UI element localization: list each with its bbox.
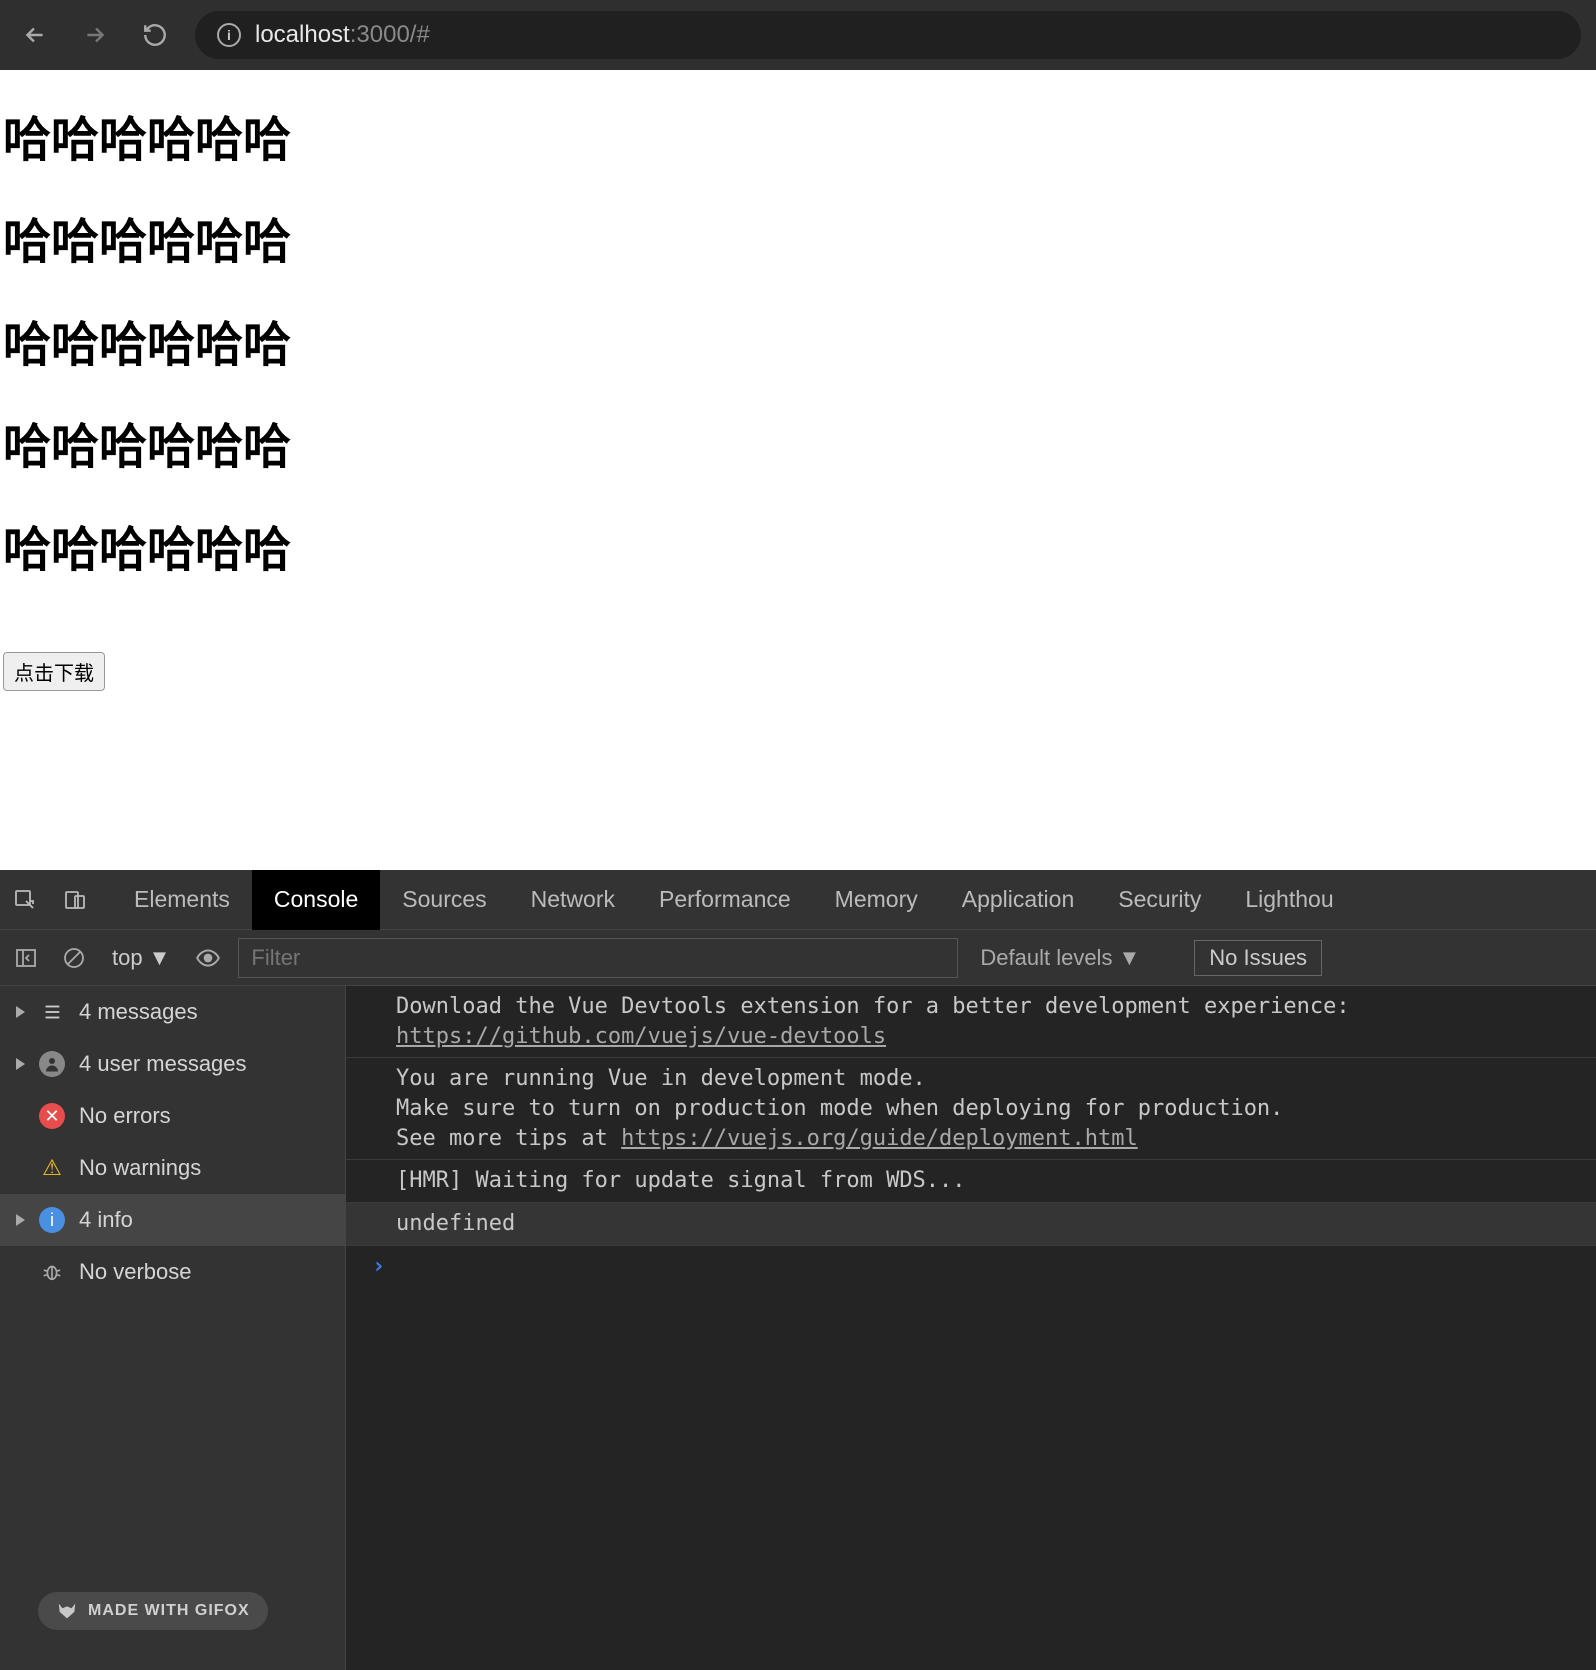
sidebar-item-warnings[interactable]: ⚠ No warnings	[0, 1142, 345, 1194]
sidebar-item-messages[interactable]: 4 messages	[0, 986, 345, 1038]
url-path: :3000/#	[350, 21, 430, 48]
console-message[interactable]: Download the Vue Devtools extension for …	[346, 986, 1596, 1058]
tab-sources[interactable]: Sources	[380, 870, 508, 930]
sidebar-item-label: No verbose	[79, 1259, 192, 1285]
sidebar-item-info[interactable]: i 4 info	[0, 1194, 345, 1246]
tab-network[interactable]: Network	[509, 870, 637, 930]
browser-toolbar: i localhost:3000/#	[0, 0, 1596, 70]
filter-input[interactable]	[238, 938, 958, 978]
heading: 哈哈哈哈哈哈	[0, 275, 1596, 377]
heading: 哈哈哈哈哈哈	[0, 377, 1596, 479]
clear-console-icon[interactable]	[56, 940, 92, 976]
download-button[interactable]: 点击下载	[3, 652, 105, 691]
tab-lighthouse[interactable]: Lighthou	[1223, 870, 1355, 930]
sidebar-item-label: 4 user messages	[79, 1051, 247, 1077]
issues-button[interactable]: No Issues	[1194, 940, 1322, 976]
address-bar[interactable]: i localhost:3000/#	[195, 11, 1581, 59]
reload-button[interactable]	[135, 15, 175, 55]
site-info-icon[interactable]: i	[217, 23, 241, 47]
sidebar-item-label: No errors	[79, 1103, 171, 1129]
heading: 哈哈哈哈哈哈	[0, 172, 1596, 274]
expand-arrow-icon	[16, 1006, 25, 1018]
console-link[interactable]: https://github.com/vuejs/vue-devtools	[396, 1024, 886, 1049]
chevron-down-icon: ▼	[1118, 945, 1140, 971]
badge-label: MADE WITH GIFOX	[88, 1602, 250, 1620]
list-icon	[39, 999, 65, 1025]
info-icon: i	[39, 1207, 65, 1233]
user-icon	[39, 1051, 65, 1077]
console-link[interactable]: https://vuejs.org/guide/deployment.html	[621, 1126, 1138, 1151]
sidebar-item-label: 4 messages	[79, 999, 198, 1025]
sidebar-toggle-icon[interactable]	[8, 940, 44, 976]
inspect-element-icon[interactable]	[0, 870, 50, 930]
page-body: 哈哈哈哈哈哈 哈哈哈哈哈哈 哈哈哈哈哈哈 哈哈哈哈哈哈 哈哈哈哈哈哈 点击下载	[0, 70, 1596, 691]
console-prompt[interactable]: ›	[346, 1246, 1596, 1279]
heading: 哈哈哈哈哈哈	[0, 480, 1596, 582]
sidebar-item-label: 4 info	[79, 1207, 133, 1233]
console-message[interactable]: You are running Vue in development mode.…	[346, 1058, 1596, 1160]
tab-security[interactable]: Security	[1096, 870, 1223, 930]
console-sidebar: 4 messages 4 user messages ✕ No errors ⚠…	[0, 986, 346, 1670]
chevron-down-icon: ▼	[149, 945, 171, 971]
device-toggle-icon[interactable]	[50, 870, 100, 930]
forward-button[interactable]	[75, 15, 115, 55]
error-icon: ✕	[39, 1103, 65, 1129]
tab-console[interactable]: Console	[252, 870, 380, 930]
sidebar-item-errors[interactable]: ✕ No errors	[0, 1090, 345, 1142]
console-message[interactable]: undefined	[346, 1203, 1596, 1246]
heading: 哈哈哈哈哈哈	[0, 70, 1596, 172]
bug-icon	[39, 1259, 65, 1285]
console-toolbar: top ▼ Default levels ▼ No Issues	[0, 930, 1596, 986]
execution-context-select[interactable]: top ▼	[104, 945, 178, 971]
devtools-panel: Elements Console Sources Network Perform…	[0, 870, 1596, 1670]
fox-icon	[56, 1600, 78, 1622]
tab-performance[interactable]: Performance	[637, 870, 813, 930]
console-messages: Download the Vue Devtools extension for …	[346, 986, 1596, 1670]
live-expression-icon[interactable]	[190, 940, 226, 976]
tab-memory[interactable]: Memory	[813, 870, 940, 930]
tab-application[interactable]: Application	[940, 870, 1097, 930]
warning-icon: ⚠	[39, 1155, 65, 1181]
expand-arrow-icon	[16, 1214, 25, 1226]
tab-elements[interactable]: Elements	[112, 870, 252, 930]
log-levels-select[interactable]: Default levels ▼	[970, 945, 1150, 971]
gifox-badge: MADE WITH GIFOX	[38, 1592, 268, 1630]
sidebar-item-label: No warnings	[79, 1155, 201, 1181]
sidebar-item-verbose[interactable]: No verbose	[0, 1246, 345, 1298]
expand-arrow-icon	[16, 1058, 25, 1070]
sidebar-item-user-messages[interactable]: 4 user messages	[0, 1038, 345, 1090]
back-button[interactable]	[15, 15, 55, 55]
console-message[interactable]: [HMR] Waiting for update signal from WDS…	[346, 1160, 1596, 1203]
devtools-tabs: Elements Console Sources Network Perform…	[0, 870, 1596, 930]
url-host: localhost	[255, 21, 350, 48]
